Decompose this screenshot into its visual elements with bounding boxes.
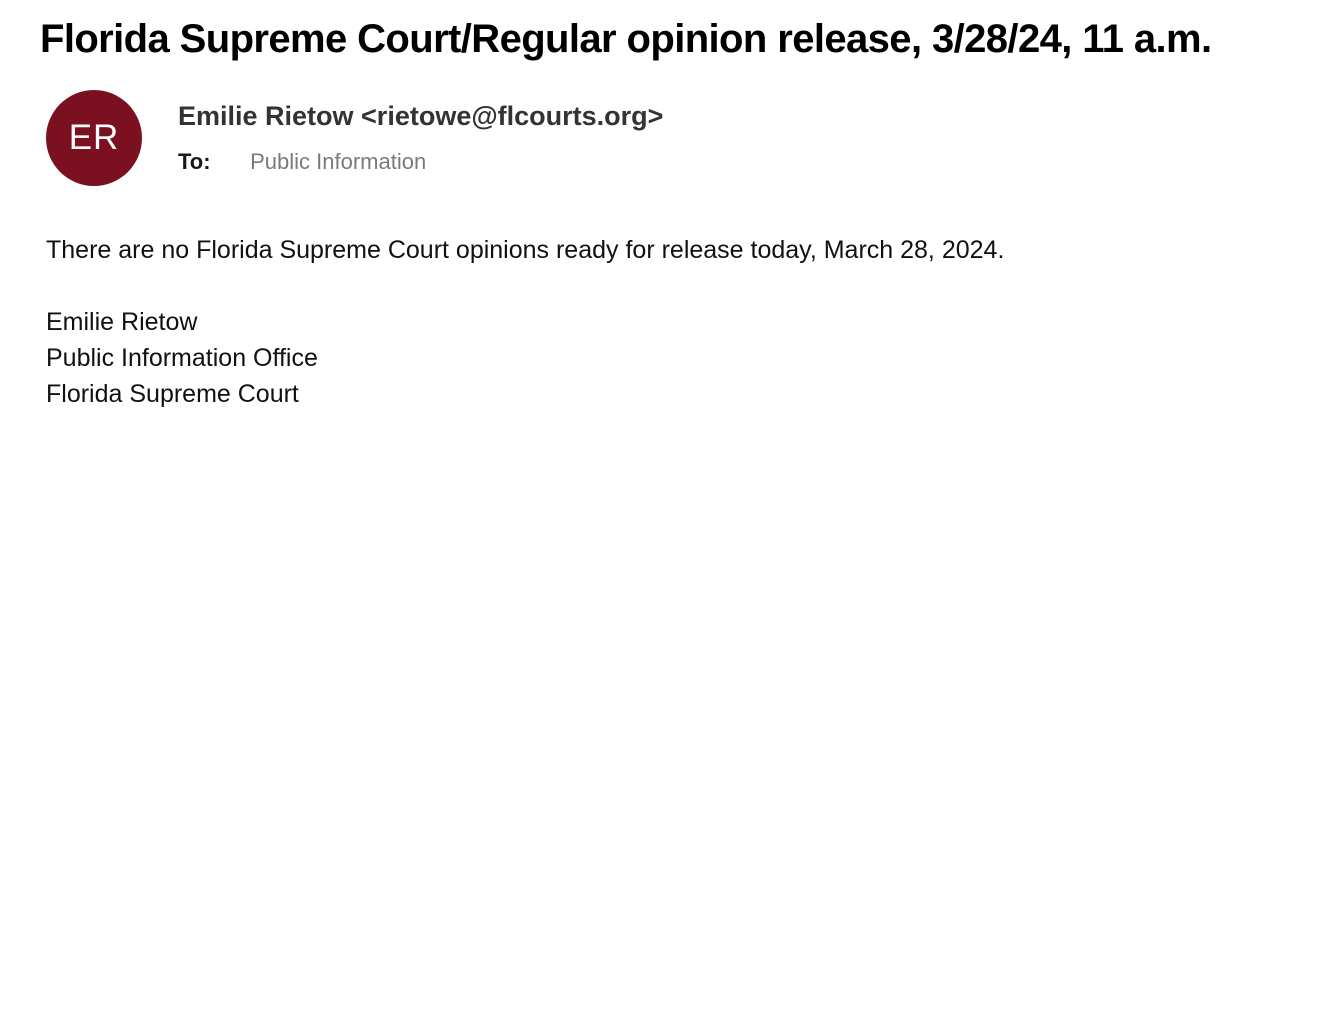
recipient-name[interactable]: Public Information: [250, 149, 426, 174]
signature-office: Public Information Office: [46, 344, 318, 372]
sender-name-address[interactable]: Emilie Rietow <rietowe@flcourts.org>: [178, 99, 663, 133]
avatar-initials: ER: [68, 118, 120, 157]
email-body: There are no Florida Supreme Court opini…: [46, 232, 1004, 412]
signature-name: Emilie Rietow: [46, 308, 198, 336]
body-message: There are no Florida Supreme Court opini…: [46, 236, 1005, 264]
email-subject: Florida Supreme Court/Regular opinion re…: [40, 17, 1212, 61]
sender-avatar[interactable]: ER: [46, 90, 142, 186]
email-view: Florida Supreme Court/Regular opinion re…: [0, 0, 1342, 1026]
recipient-row: To: Public Information: [178, 148, 426, 176]
to-label: To:: [178, 149, 211, 174]
signature-organization: Florida Supreme Court: [46, 380, 299, 408]
